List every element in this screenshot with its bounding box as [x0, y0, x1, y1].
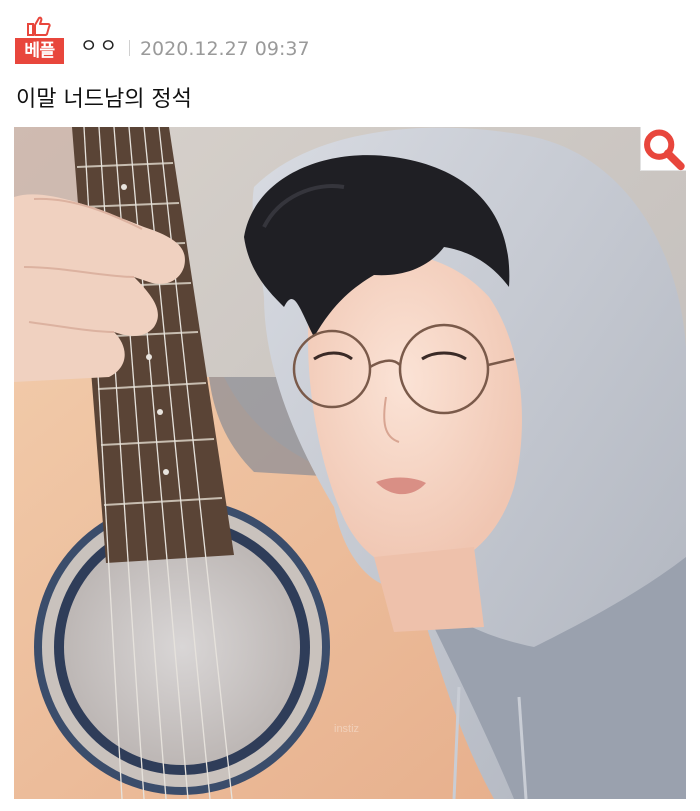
guitar-person-photo: instiz: [14, 127, 686, 799]
best-comment-badge: 베플: [15, 16, 64, 64]
author-name[interactable]: ㅇㅇ: [80, 31, 119, 58]
comment-post: 베플 ㅇㅇ 2020.12.27 09:37 이말 너드남의 정석 instiz: [0, 0, 700, 811]
post-header: 베플 ㅇㅇ 2020.12.27 09:37: [15, 14, 310, 64]
header-divider: [128, 40, 130, 56]
svg-text:instiz: instiz: [334, 723, 359, 735]
search-icon: [644, 129, 685, 170]
best-badge-label: 베플: [15, 38, 64, 64]
post-title: 이말 너드남의 정석: [16, 87, 192, 112]
thumbs-up-icon: [27, 16, 51, 36]
post-photo[interactable]: instiz: [14, 127, 686, 799]
post-timestamp: 2020.12.27 09:37: [139, 38, 310, 60]
zoom-button[interactable]: [640, 127, 686, 171]
